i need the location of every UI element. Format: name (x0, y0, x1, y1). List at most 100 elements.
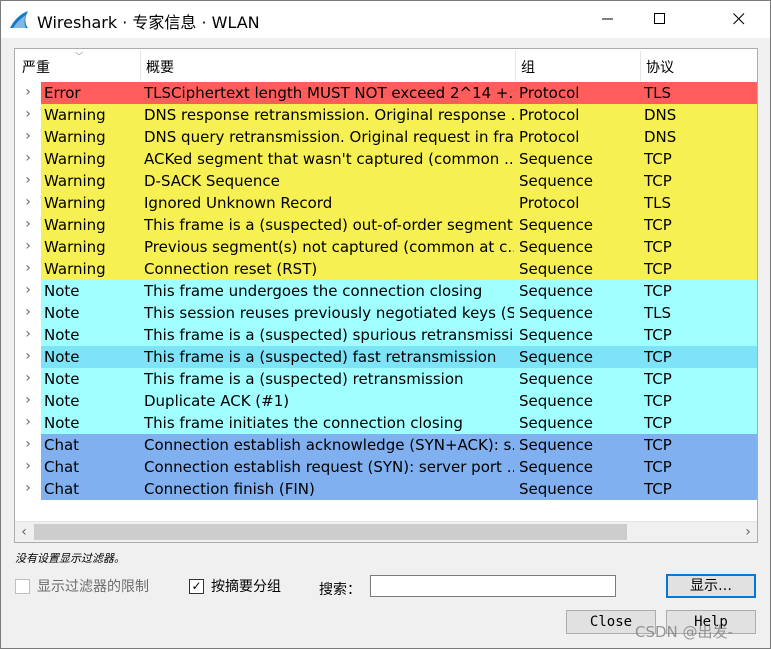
wireshark-fin-icon (9, 10, 29, 30)
expand-arrow-icon[interactable]: › (15, 170, 41, 192)
row-severity: Note (44, 282, 80, 300)
tree-header: ﹀ 严重 概要 组 协议 (15, 49, 757, 82)
scroll-right-icon[interactable]: › (739, 522, 757, 542)
expert-info-row[interactable]: › Chat Connection establish acknowledge (S… (15, 434, 757, 456)
row-protocol: DNS (644, 106, 677, 124)
row-group: Sequence (519, 216, 593, 234)
expand-arrow-icon[interactable]: › (15, 192, 41, 214)
expand-arrow-icon[interactable]: › (15, 104, 41, 126)
expert-info-row[interactable]: › Note This frame initiates the connection… (15, 412, 757, 434)
title-bar[interactable]: Wireshark · 专家信息 · WLAN (1, 1, 770, 38)
column-header-group[interactable]: 组 (521, 49, 535, 82)
row-severity: Warning (44, 194, 106, 212)
maximize-button[interactable] (637, 1, 683, 38)
row-protocol: TCP (644, 238, 672, 256)
minimize-icon (602, 10, 614, 29)
tree-rows: › Error TLSCiphertext length MUST NOT exce… (15, 82, 757, 500)
limit-display-filter-label: 显示过滤器的限制 (37, 579, 149, 595)
row-severity: Note (44, 326, 80, 344)
row-severity: Warning (44, 128, 106, 146)
row-severity: Chat (44, 458, 80, 476)
expert-info-row[interactable]: › Warning ACKed segment that wasn't captur… (15, 148, 757, 170)
maximize-icon (654, 10, 666, 29)
row-summary: This session reuses previously negotiate… (144, 304, 514, 322)
expert-info-tree[interactable]: ﹀ 严重 概要 组 协议 › Error TLSCiphertext length … (14, 48, 758, 543)
expand-arrow-icon[interactable]: › (15, 148, 41, 170)
expert-info-row[interactable]: › Note This frame undergoes the connection… (15, 280, 757, 302)
row-summary: DNS response retransmission. Original re… (144, 106, 514, 124)
row-group: Sequence (519, 150, 593, 168)
column-divider[interactable] (640, 51, 641, 81)
row-severity: Note (44, 392, 80, 410)
expert-info-row[interactable]: › Warning D-SACK Sequence Sequence TCP (15, 170, 757, 192)
search-label: 搜索： (319, 582, 361, 598)
expand-arrow-icon[interactable]: › (15, 214, 41, 236)
row-severity: Warning (44, 106, 106, 124)
expert-info-row[interactable]: › Warning DNS response retransmission. Ori… (15, 104, 757, 126)
column-header-protocol[interactable]: 协议 (646, 49, 674, 82)
expand-arrow-icon[interactable]: › (15, 302, 41, 324)
close-icon (733, 10, 745, 29)
scrollbar-thumb[interactable] (34, 524, 627, 540)
expand-arrow-icon[interactable]: › (15, 82, 41, 104)
search-input[interactable] (370, 575, 616, 597)
expand-arrow-icon[interactable]: › (15, 412, 41, 434)
checkbox-box[interactable] (15, 579, 30, 594)
horizontal-scrollbar[interactable]: ‹ › (15, 521, 757, 542)
checkmark-icon[interactable]: ✓ (189, 579, 204, 594)
column-header-severity[interactable]: 严重 (22, 49, 50, 82)
expert-info-row[interactable]: › Note This frame is a (suspected) spuriou… (15, 324, 757, 346)
row-protocol: TLS (644, 304, 672, 322)
column-divider[interactable] (515, 51, 516, 81)
row-summary: Connection finish (FIN) (144, 480, 315, 498)
row-severity: Warning (44, 238, 106, 256)
expand-arrow-icon[interactable]: › (15, 456, 41, 478)
column-header-summary[interactable]: 概要 (146, 49, 174, 82)
expand-arrow-icon[interactable]: › (15, 368, 41, 390)
expert-info-window: Wireshark · 专家信息 · WLAN ﹀ 严重 概要 组 协议 › E… (0, 0, 771, 649)
expert-info-row[interactable]: › Error TLSCiphertext length MUST NOT exce… (15, 82, 757, 104)
expert-info-row[interactable]: › Note Duplicate ACK (#1) Sequence TCP (15, 390, 757, 412)
expand-arrow-icon[interactable]: › (15, 324, 41, 346)
expand-arrow-icon[interactable]: › (15, 236, 41, 258)
expert-info-row[interactable]: › Warning DNS query retransmission. Origin… (15, 126, 757, 148)
expert-info-row[interactable]: › Warning Ignored Unknown Record Protocol TL… (15, 192, 757, 214)
show-button[interactable]: 显示… (666, 574, 756, 598)
minimize-button[interactable] (585, 1, 631, 38)
expert-info-row[interactable]: › Warning This frame is a (suspected) out-… (15, 214, 757, 236)
row-group: Sequence (519, 260, 593, 278)
row-summary: Connection establish acknowledge (SYN+AC… (144, 436, 514, 454)
expand-arrow-icon[interactable]: › (15, 390, 41, 412)
expert-info-row[interactable]: › Chat Connection establish request (SYN):… (15, 456, 757, 478)
column-divider[interactable] (140, 51, 141, 81)
row-severity: Note (44, 304, 80, 322)
watermark: CSDN @出发- (635, 623, 733, 641)
expand-arrow-icon[interactable]: › (15, 258, 41, 280)
expert-info-row[interactable]: › Note This frame is a (suspected) retrans… (15, 368, 757, 390)
scroll-left-icon[interactable]: ‹ (15, 522, 33, 542)
row-protocol: TCP (644, 282, 672, 300)
row-summary: DNS query retransmission. Original reque… (144, 128, 514, 146)
expert-info-row[interactable]: › Warning Previous segment(s) not captured… (15, 236, 757, 258)
row-summary: This frame is a (suspected) fast retrans… (144, 348, 497, 366)
expert-info-row[interactable]: › Chat Connection finish (FIN) Sequence TCP (15, 478, 757, 500)
expand-arrow-icon[interactable]: › (15, 126, 41, 148)
expert-info-row[interactable]: › Note This frame is a (suspected) fast re… (15, 346, 757, 368)
row-severity: Warning (44, 216, 106, 234)
row-protocol: TCP (644, 172, 672, 190)
row-group: Sequence (519, 414, 593, 432)
row-severity: Chat (44, 480, 80, 498)
expand-arrow-icon[interactable]: › (15, 434, 41, 456)
expand-arrow-icon[interactable]: › (15, 346, 41, 368)
expert-info-row[interactable]: › Warning Connection reset (RST) Sequence TC… (15, 258, 757, 280)
row-summary: ACKed segment that wasn't captured (comm… (144, 150, 514, 168)
row-summary: This frame initiates the connection clos… (144, 414, 463, 432)
expand-arrow-icon[interactable]: › (15, 280, 41, 302)
close-window-button[interactable] (716, 1, 762, 38)
row-severity: Note (44, 414, 80, 432)
row-group: Sequence (519, 480, 593, 498)
expert-info-row[interactable]: › Note This session reuses previously nego… (15, 302, 757, 324)
row-severity: Error (44, 84, 81, 102)
expand-arrow-icon[interactable]: › (15, 478, 41, 500)
row-group: Sequence (519, 458, 593, 476)
